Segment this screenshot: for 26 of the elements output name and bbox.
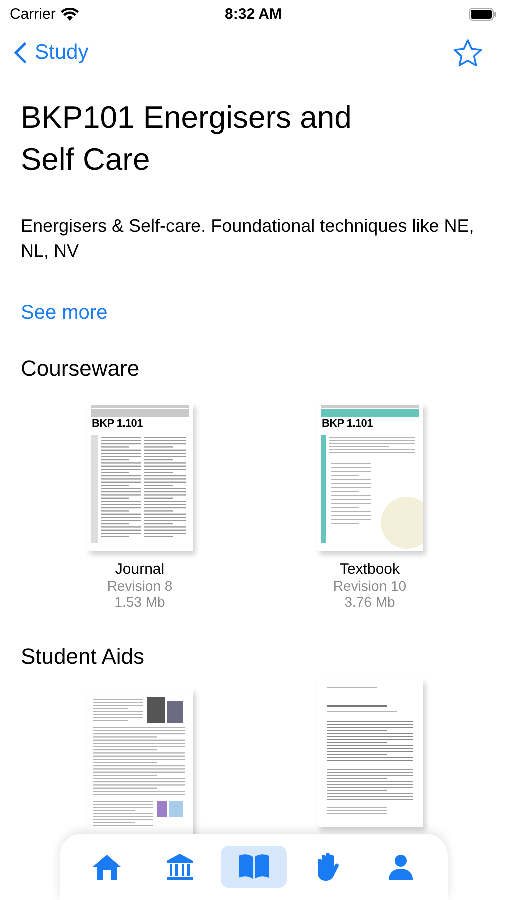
person-icon [388,854,414,880]
hand-icon [316,852,340,882]
carrier-label: Carrier [10,6,56,22]
chevron-left-icon [14,42,27,64]
wifi-icon [60,8,79,20]
course-description: Energisers & Self-care. Foundational techniques like NE, NL, NV [21,215,476,263]
revision-label: Revision 8 [107,578,173,594]
star-icon[interactable] [453,38,483,68]
bank-icon [166,853,194,881]
document-name[interactable]: Textbook [340,561,400,578]
section-heading: Courseware [21,355,141,383]
file-size: 1.53 Mb [114,594,166,610]
back-button[interactable]: Study [14,41,89,65]
battery-icon [469,8,497,20]
tab-button[interactable] [220,846,287,888]
section-heading: Student Aids [21,643,146,671]
course-title: BKP101 Energisers and Self Care [21,99,353,179]
see-more-link[interactable]: See more [21,302,108,325]
cover-title: BKP 1.101 [322,418,373,430]
revision-label: Revision 10 [333,578,407,594]
home-icon [92,853,122,881]
cover-title: BKP 1.101 [92,418,143,430]
book-icon [238,854,270,880]
document-name[interactable]: Journal [115,561,165,578]
clock-time: 8:32 AM [225,6,282,22]
file-size: 3.76 Mb [344,594,396,610]
